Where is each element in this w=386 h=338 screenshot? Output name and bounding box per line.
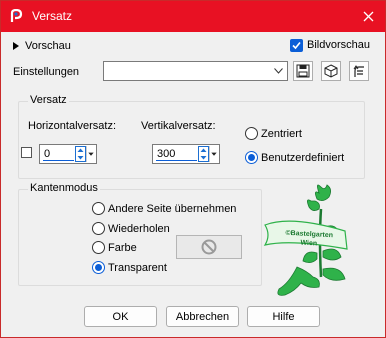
radio-wrap[interactable] bbox=[92, 202, 105, 215]
save-preset-button[interactable] bbox=[293, 61, 313, 81]
close-icon bbox=[363, 11, 373, 22]
ok-button-label: OK bbox=[112, 310, 129, 323]
radio-transparent[interactable] bbox=[92, 261, 105, 274]
title-bar[interactable]: Versatz bbox=[1, 1, 385, 32]
dialog-window: Versatz Vorschau Bildvorschau Einstellun… bbox=[0, 0, 386, 338]
app-logo-icon bbox=[10, 9, 23, 22]
settings-combobox[interactable] bbox=[103, 61, 288, 81]
color-swatch-button[interactable] bbox=[176, 235, 242, 259]
link-offsets-checkbox[interactable] bbox=[21, 147, 32, 158]
horizontal-offset-label: Horizontalversatz: bbox=[28, 120, 117, 132]
dropdown-arrow-icon[interactable] bbox=[86, 146, 95, 162]
manage-presets-button[interactable] bbox=[349, 61, 369, 81]
radio-repeat[interactable] bbox=[92, 222, 105, 235]
offset-group-box bbox=[18, 101, 365, 179]
floppy-disk-icon bbox=[296, 64, 310, 78]
edge-option-wrap-label: Andere Seite übernehmen bbox=[108, 203, 237, 215]
image-preview-checkbox[interactable]: Bildvorschau bbox=[290, 37, 370, 53]
ok-button[interactable]: OK bbox=[84, 306, 157, 327]
offset-group-title: Versatz bbox=[28, 94, 69, 106]
window-title: Versatz bbox=[32, 9, 73, 23]
input-underline bbox=[156, 160, 197, 161]
vertical-offset-label: Vertikalversatz: bbox=[141, 120, 216, 132]
dropdown-arrow-icon[interactable] bbox=[209, 146, 218, 162]
edge-option-color-label: Farbe bbox=[108, 242, 137, 254]
help-button-label: Hilfe bbox=[272, 310, 295, 323]
reset-button[interactable] bbox=[321, 61, 341, 81]
edge-option-repeat-label: Wiederholen bbox=[108, 223, 170, 235]
horizontal-offset-value: 0 bbox=[44, 148, 51, 160]
radio-centered[interactable] bbox=[245, 127, 258, 140]
input-underline bbox=[43, 160, 74, 161]
cancel-button-label: Abbrechen bbox=[175, 310, 230, 323]
vertical-offset-spinner[interactable]: 300 bbox=[152, 144, 220, 164]
preview-toggle-label: Vorschau bbox=[25, 40, 71, 52]
close-button[interactable] bbox=[351, 1, 385, 32]
checkbox-checked-icon bbox=[290, 38, 303, 52]
help-button[interactable]: Hilfe bbox=[247, 306, 320, 327]
spin-arrows-icon[interactable] bbox=[198, 146, 209, 162]
triangle-right-icon bbox=[13, 42, 19, 50]
edge-mode-group-title: Kantenmodus bbox=[28, 182, 100, 194]
vertical-offset-value: 300 bbox=[157, 148, 176, 160]
hand-pointer-icon bbox=[353, 65, 364, 77]
cube-icon bbox=[324, 64, 338, 78]
radio-color[interactable] bbox=[92, 241, 105, 254]
horizontal-offset-spinner[interactable]: 0 bbox=[39, 144, 97, 164]
cancel-button[interactable]: Abbrechen bbox=[166, 306, 239, 327]
settings-label: Einstellungen bbox=[13, 66, 80, 78]
position-option-custom-label: Benutzerdefiniert bbox=[261, 152, 345, 164]
chevron-down-icon bbox=[274, 68, 283, 74]
no-color-icon bbox=[201, 239, 217, 255]
radio-custom[interactable] bbox=[245, 151, 258, 164]
image-preview-label: Bildvorschau bbox=[307, 39, 370, 51]
position-option-centered-label: Zentriert bbox=[261, 128, 302, 140]
preview-toggle[interactable]: Vorschau bbox=[13, 39, 71, 53]
spin-arrows-icon[interactable] bbox=[75, 146, 86, 162]
edge-option-transparent-label: Transparent bbox=[108, 262, 167, 274]
